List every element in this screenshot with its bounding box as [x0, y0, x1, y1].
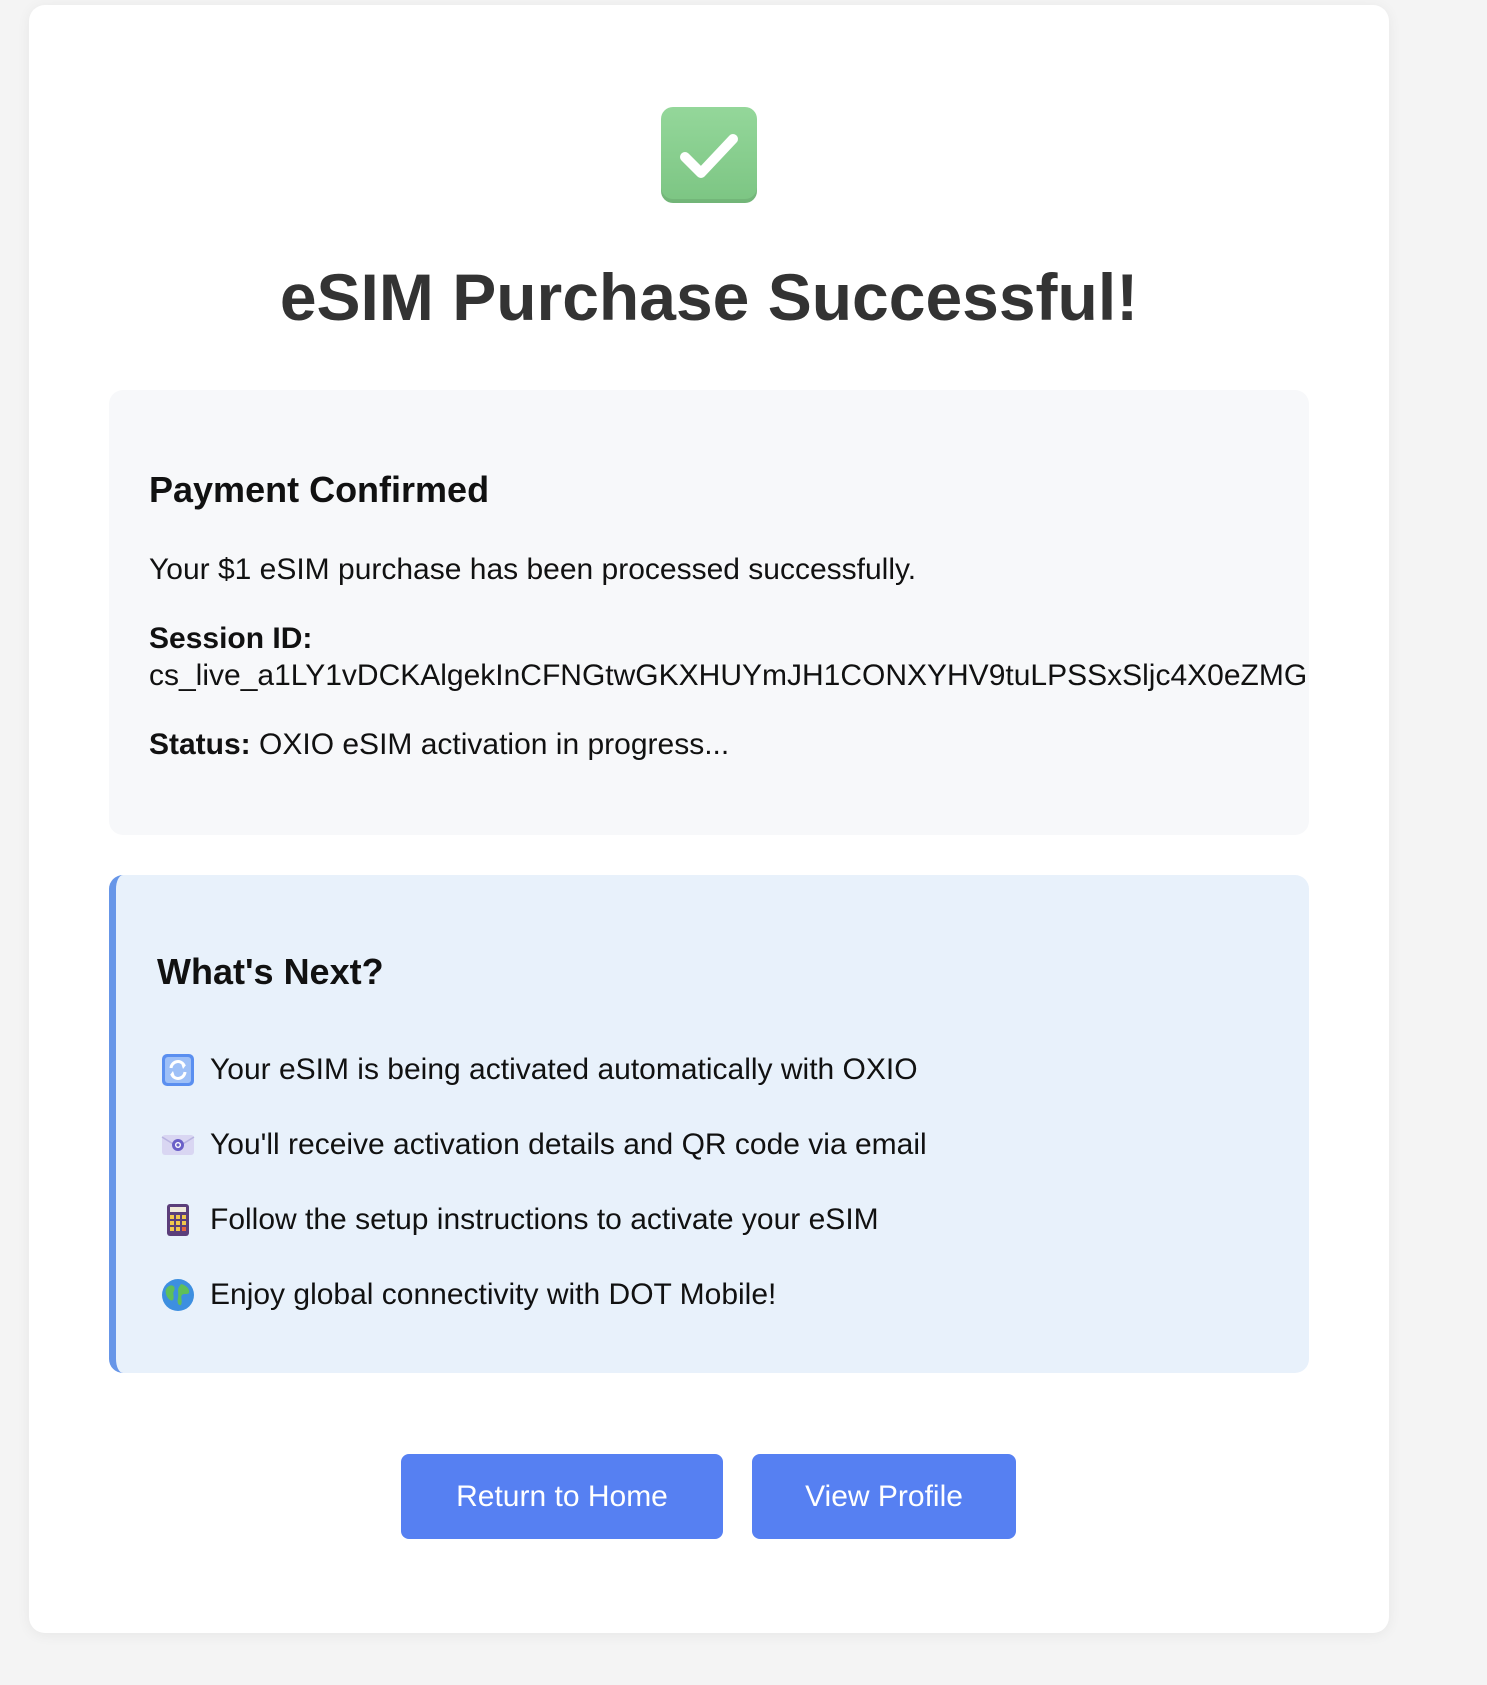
list-item-text: Follow the setup instructions to activat…: [210, 1203, 879, 1236]
refresh-icon: [161, 1053, 195, 1087]
session-id-label: Session ID:: [149, 622, 313, 655]
email-icon: [161, 1128, 195, 1162]
payment-heading: Payment Confirmed: [149, 469, 490, 510]
globe-icon: [161, 1278, 195, 1312]
list-item: Your eSIM is being activated automatical…: [161, 1048, 918, 1092]
list-item-text: Enjoy global connectivity with DOT Mobil…: [210, 1278, 777, 1311]
list-item: Enjoy global connectivity with DOT Mobil…: [161, 1273, 776, 1317]
view-profile-button[interactable]: View Profile: [752, 1454, 1016, 1539]
return-home-button[interactable]: Return to Home: [401, 1454, 723, 1539]
payment-message: Your $1 eSIM purchase has been processed…: [149, 553, 917, 586]
calculator-icon: [161, 1203, 195, 1237]
list-item-text: Your eSIM is being activated automatical…: [210, 1053, 918, 1086]
status-line: Status: OXIO eSIM activation in progress…: [149, 725, 729, 765]
list-item: You'll receive activation details and QR…: [161, 1123, 927, 1167]
page-title: eSIM Purchase Successful!: [279, 260, 1139, 334]
status-value: OXIO eSIM activation in progress...: [250, 728, 730, 761]
payment-summary-box: [109, 390, 1309, 835]
list-item-text: You'll receive activation details and QR…: [210, 1128, 927, 1161]
check-mark-icon: [661, 107, 757, 203]
confirmation-card: eSIM Purchase Successful! Payment Confir…: [29, 5, 1389, 1633]
next-steps-heading: What's Next?: [157, 951, 384, 992]
session-id-value: cs_live_a1LY1vDCKAlgekInCFNGtwGKXHUYmJH1…: [149, 659, 1308, 692]
list-item: Follow the setup instructions to activat…: [161, 1198, 879, 1242]
status-label: Status:: [149, 728, 251, 761]
